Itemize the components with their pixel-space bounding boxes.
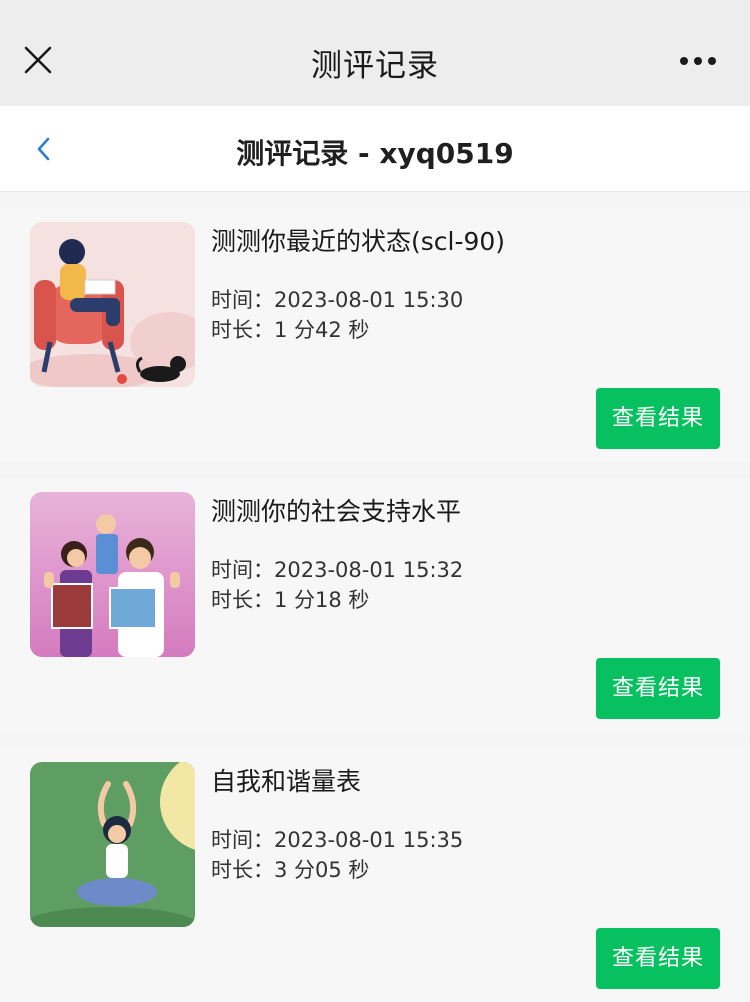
record-list-title: 测评记录 - xyq0519 (236, 137, 514, 170)
view-result-button[interactable]: 查看结果 (596, 928, 720, 989)
view-result-button[interactable]: 查看结果 (596, 388, 720, 449)
yoga-person-illustration (30, 762, 195, 927)
assessment-title: 测测你的社会支持水平 (211, 497, 462, 526)
record-card: 测测你的社会支持水平 时间：2023-08-01 15:32 时长：1 分18 … (0, 478, 750, 732)
reading-person-illustration (30, 222, 195, 387)
sub-header: 测评记录 - xyq0519 (0, 106, 750, 192)
duration-value: 1 分18 秒 (274, 588, 370, 612)
time-row: 时间：2023-08-01 15:32 (211, 554, 463, 584)
duration-label: 时长： (211, 858, 274, 882)
duration-row: 时长：1 分42 秒 (211, 314, 369, 344)
time-label: 时间： (211, 558, 274, 582)
time-value: 2023-08-01 15:35 (274, 828, 464, 852)
time-value: 2023-08-01 15:30 (274, 288, 464, 312)
more-options-icon[interactable] (678, 55, 718, 67)
duration-row: 时长：1 分18 秒 (211, 584, 369, 614)
time-label: 时间： (211, 828, 274, 852)
time-row: 时间：2023-08-01 15:30 (211, 284, 463, 314)
duration-label: 时长： (211, 318, 274, 342)
duration-row: 时长：3 分05 秒 (211, 854, 369, 884)
duration-value: 3 分05 秒 (274, 858, 370, 882)
top-navigation-bar: 测评记录 (0, 0, 750, 106)
duration-label: 时长： (211, 588, 274, 612)
assessment-title: 自我和谐量表 (211, 767, 362, 796)
duration-value: 1 分42 秒 (274, 318, 370, 342)
page-title: 测评记录 (311, 48, 439, 84)
record-card: 自我和谐量表 时间：2023-08-01 15:35 时长：3 分05 秒 查看… (0, 748, 750, 1002)
record-card: 测测你最近的状态(scl-90) 时间：2023-08-01 15:30 时长：… (0, 208, 750, 462)
assessment-title: 测测你最近的状态(scl-90) (211, 227, 506, 256)
social-support-illustration (30, 492, 195, 657)
view-result-button[interactable]: 查看结果 (596, 658, 720, 719)
time-value: 2023-08-01 15:32 (274, 558, 464, 582)
time-row: 时间：2023-08-01 15:35 (211, 824, 463, 854)
time-label: 时间： (211, 288, 274, 312)
